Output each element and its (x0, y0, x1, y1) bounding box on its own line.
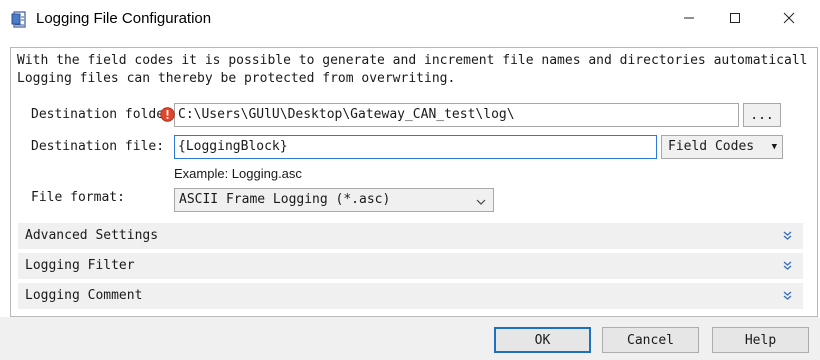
close-icon (783, 12, 795, 28)
description-line-2: Logging files can thereby be protected f… (17, 71, 456, 86)
destination-folder-input[interactable]: C:\Users\GUlU\Desktop\Gateway_CAN_test\l… (174, 103, 739, 127)
logging-comment-label: Logging Comment (25, 288, 143, 303)
expand-icon[interactable] (783, 290, 792, 300)
cancel-button[interactable]: Cancel (602, 327, 699, 353)
document-settings-icon (11, 11, 28, 29)
close-button[interactable] (766, 0, 812, 40)
help-button[interactable]: Help (712, 327, 809, 353)
title-bar: Logging File Configuration (0, 0, 820, 40)
dropdown-arrow-icon: ▼ (771, 142, 777, 152)
logging-filter-section[interactable]: Logging Filter (18, 253, 803, 280)
destination-file-input[interactable]: {LoggingBlock} (174, 135, 657, 159)
warning-icon (160, 107, 175, 122)
description-line-1: With the field codes it is possible to g… (17, 53, 808, 68)
destination-folder-label: Destination folder: (31, 107, 171, 122)
expand-icon[interactable] (783, 230, 792, 240)
field-codes-button[interactable]: Field Codes ▼ (661, 135, 783, 159)
example-text: Example: Logging.asc (174, 166, 302, 181)
maximize-icon (729, 12, 741, 28)
field-codes-label: Field Codes (668, 139, 755, 154)
minimize-icon (683, 12, 695, 28)
file-format-value: ASCII Frame Logging (*.asc) (179, 192, 391, 207)
advanced-settings-section[interactable]: Advanced Settings (18, 223, 803, 250)
minimize-button[interactable] (666, 0, 712, 40)
logging-comment-section[interactable]: Logging Comment (18, 283, 803, 310)
file-format-label: File format: (31, 190, 125, 205)
browse-button[interactable]: ... (743, 103, 781, 127)
window-title: Logging File Configuration (36, 10, 212, 27)
maximize-button[interactable] (712, 0, 758, 40)
logging-filter-label: Logging Filter (25, 258, 135, 273)
file-format-select[interactable]: ASCII Frame Logging (*.asc) (174, 188, 494, 212)
expand-icon[interactable] (783, 260, 792, 270)
ok-button[interactable]: OK (494, 327, 591, 353)
description-text: With the field codes it is possible to g… (17, 52, 808, 88)
destination-file-label: Destination file: (31, 139, 165, 154)
chevron-down-icon (475, 194, 487, 206)
advanced-settings-label: Advanced Settings (25, 228, 159, 243)
